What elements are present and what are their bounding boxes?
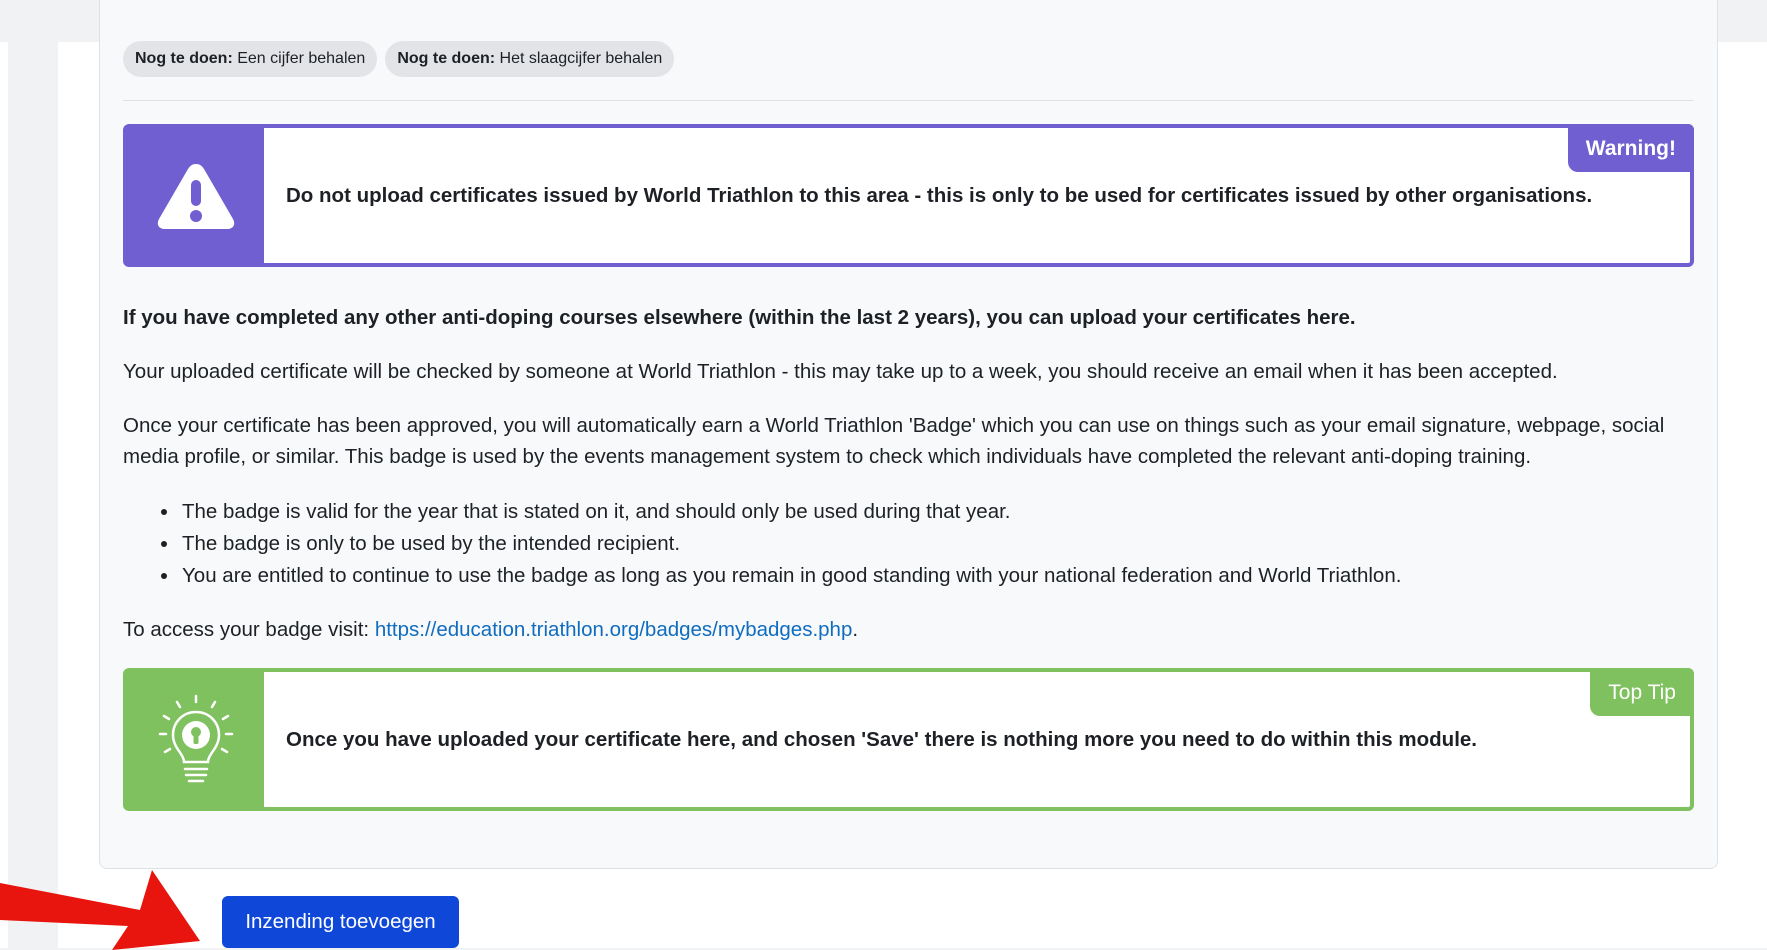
- tip-icon-panel: [127, 672, 264, 807]
- badge-access-line: To access your badge visit: https://educ…: [123, 614, 1703, 645]
- review-paragraph: Your uploaded certificate will be checke…: [123, 360, 1558, 383]
- chip-value: Een cijfer behalen: [237, 50, 366, 67]
- completion-chip-grade: Nog te doen: Een cijfer behalen: [123, 41, 378, 77]
- access-prefix: To access your badge visit:: [123, 618, 375, 641]
- warning-message: Do not upload certificates issued by Wor…: [286, 183, 1593, 207]
- warning-callout: Do not upload certificates issued by Wor…: [123, 124, 1694, 267]
- warning-icon-panel: [127, 128, 264, 263]
- badge-rules-list: The badge is valid for the year that is …: [180, 496, 1401, 592]
- completion-requirements: Nog te doen: Een cijfer behalen Nog te d…: [123, 41, 675, 77]
- chip-value: Het slaagcijfer behalen: [499, 50, 663, 67]
- mybadges-link[interactable]: https://education.triathlon.org/badges/m…: [375, 618, 853, 641]
- chip-label: Nog te doen:: [135, 50, 233, 67]
- access-suffix: .: [852, 618, 859, 641]
- list-item: The badge is valid for the year that is …: [180, 496, 1401, 528]
- divider: [123, 100, 1694, 101]
- completion-chip-passing-grade: Nog te doen: Het slaagcijfer behalen: [385, 41, 675, 77]
- left-gutter: [8, 8, 58, 950]
- lightbulb-icon: [158, 694, 233, 782]
- warning-triangle-icon: [157, 163, 234, 229]
- tip-message: Once you have uploaded your certificate …: [286, 727, 1477, 751]
- tip-tag: Top Tip: [1590, 668, 1694, 716]
- chip-label: Nog te doen:: [397, 50, 496, 67]
- add-submission-button[interactable]: Inzending toevoegen: [222, 896, 459, 948]
- red-arrow-icon: [0, 870, 200, 950]
- tip-callout: Once you have uploaded your certificate …: [123, 668, 1694, 811]
- warning-tag: Warning!: [1567, 124, 1694, 172]
- intro-text: If you have completed any other anti-dop…: [123, 306, 1356, 329]
- list-item: You are entitled to continue to use the …: [180, 560, 1401, 592]
- badge-paragraph: Once your certificate has been approved,…: [123, 414, 1665, 468]
- list-item: The badge is only to be used by the inte…: [180, 528, 1401, 560]
